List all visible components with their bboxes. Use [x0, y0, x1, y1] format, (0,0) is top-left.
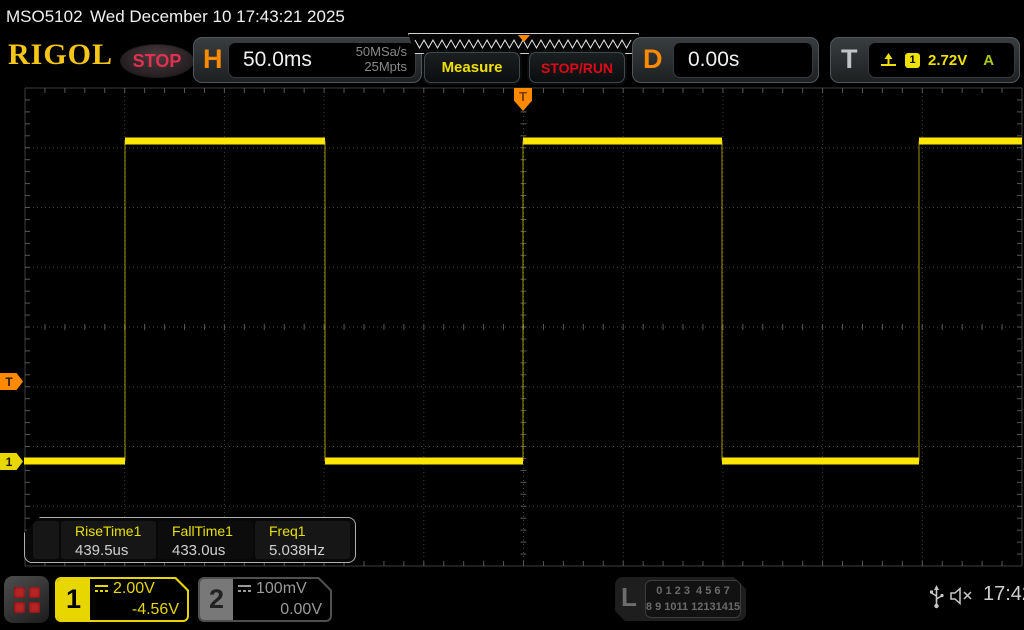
- trigger-panel: 1 2.72V A: [868, 42, 1015, 78]
- trigger-settings-block[interactable]: T 1 2.72V A: [830, 37, 1020, 83]
- waveform-preview-strip[interactable]: [408, 33, 639, 54]
- trigger-source-badge: 1: [905, 53, 920, 68]
- measurement-risetime: RiseTime1 439.5us: [61, 521, 156, 559]
- horizontal-label: H: [203, 38, 223, 80]
- measurement-freq: Freq1 5.038Hz: [255, 521, 350, 559]
- speaker-muted-icon[interactable]: [950, 587, 974, 605]
- usb-icon: [929, 584, 944, 610]
- dc-coupling-icon: [238, 584, 251, 594]
- channel1-offset: -4.56V: [95, 601, 179, 619]
- delay-value: 0.00s: [674, 48, 739, 72]
- status-titlebar: MSO5102 Wed December 10 17:43:21 2025: [0, 0, 1024, 32]
- trigger-level-value: 2.72V: [928, 52, 967, 69]
- logic-row2: 8 9 1011 12131415: [646, 599, 740, 616]
- acquisition-status-badge[interactable]: STOP: [120, 44, 194, 78]
- trigger-label: T: [841, 38, 858, 80]
- logic-label: L: [621, 582, 637, 613]
- header-bar: RIGOL STOP H 50.0ms 50MSa/s 25Mpts Measu…: [0, 32, 1024, 84]
- channel1-number: 1: [57, 579, 90, 620]
- dc-coupling-icon: [95, 584, 108, 594]
- graticule-grid: [0, 84, 1024, 568]
- channel2-status-block[interactable]: 2 100mV 0.00V: [198, 577, 332, 622]
- empty-measurement-slot: [33, 521, 59, 559]
- four-squares-icon: [12, 585, 42, 615]
- channel2-number: 2: [200, 579, 233, 620]
- channel2-scale: 100mV: [256, 580, 307, 598]
- model-label: MSO5102: [6, 7, 83, 27]
- rigol-logo: RIGOL: [8, 38, 113, 72]
- measurement-falltime: FallTime1 433.0us: [158, 521, 253, 559]
- delay-settings-block[interactable]: D 0.00s: [632, 37, 819, 83]
- channel2-offset: 0.00V: [238, 601, 322, 619]
- logic-row1: 0 1 2 3 4 5 6 7: [656, 583, 729, 600]
- channel1-status-block[interactable]: 1 2.00V -4.56V: [55, 577, 189, 622]
- horizontal-settings-block[interactable]: H 50.0ms 50MSa/s 25Mpts: [193, 37, 422, 83]
- sample-rate-info: 50MSa/s 25Mpts: [356, 45, 415, 75]
- measure-button[interactable]: Measure: [424, 52, 520, 83]
- delay-panel: 0.00s: [673, 42, 813, 78]
- quick-menu-button[interactable]: [4, 576, 49, 623]
- channel1-scale: 2.00V: [113, 580, 155, 598]
- clock-display: 17:42: [983, 583, 1024, 606]
- datetime-label: Wed December 10 17:43:21 2025: [90, 7, 345, 27]
- stop-run-button[interactable]: STOP/RUN: [529, 52, 625, 83]
- logic-channels-block[interactable]: L 0 1 2 3 4 5 6 7 8 9 1011 12131415: [615, 577, 746, 621]
- preview-trigger-marker-icon: [518, 35, 530, 42]
- delay-label: D: [643, 38, 663, 80]
- rising-edge-icon: [881, 53, 897, 67]
- bottom-status-bar: 1 2.00V -4.56V 2: [0, 568, 1024, 630]
- timebase-value: 50.0ms: [229, 48, 356, 72]
- measurement-results-panel[interactable]: RiseTime1 439.5us FallTime1 433.0us Freq…: [24, 517, 356, 563]
- trigger-mode-auto: A: [983, 52, 994, 69]
- timebase-panel: 50.0ms 50MSa/s 25Mpts: [228, 42, 416, 78]
- scope-display: T T 1 RiseTime1 439.5us FallTime1 433.0u…: [0, 84, 1024, 568]
